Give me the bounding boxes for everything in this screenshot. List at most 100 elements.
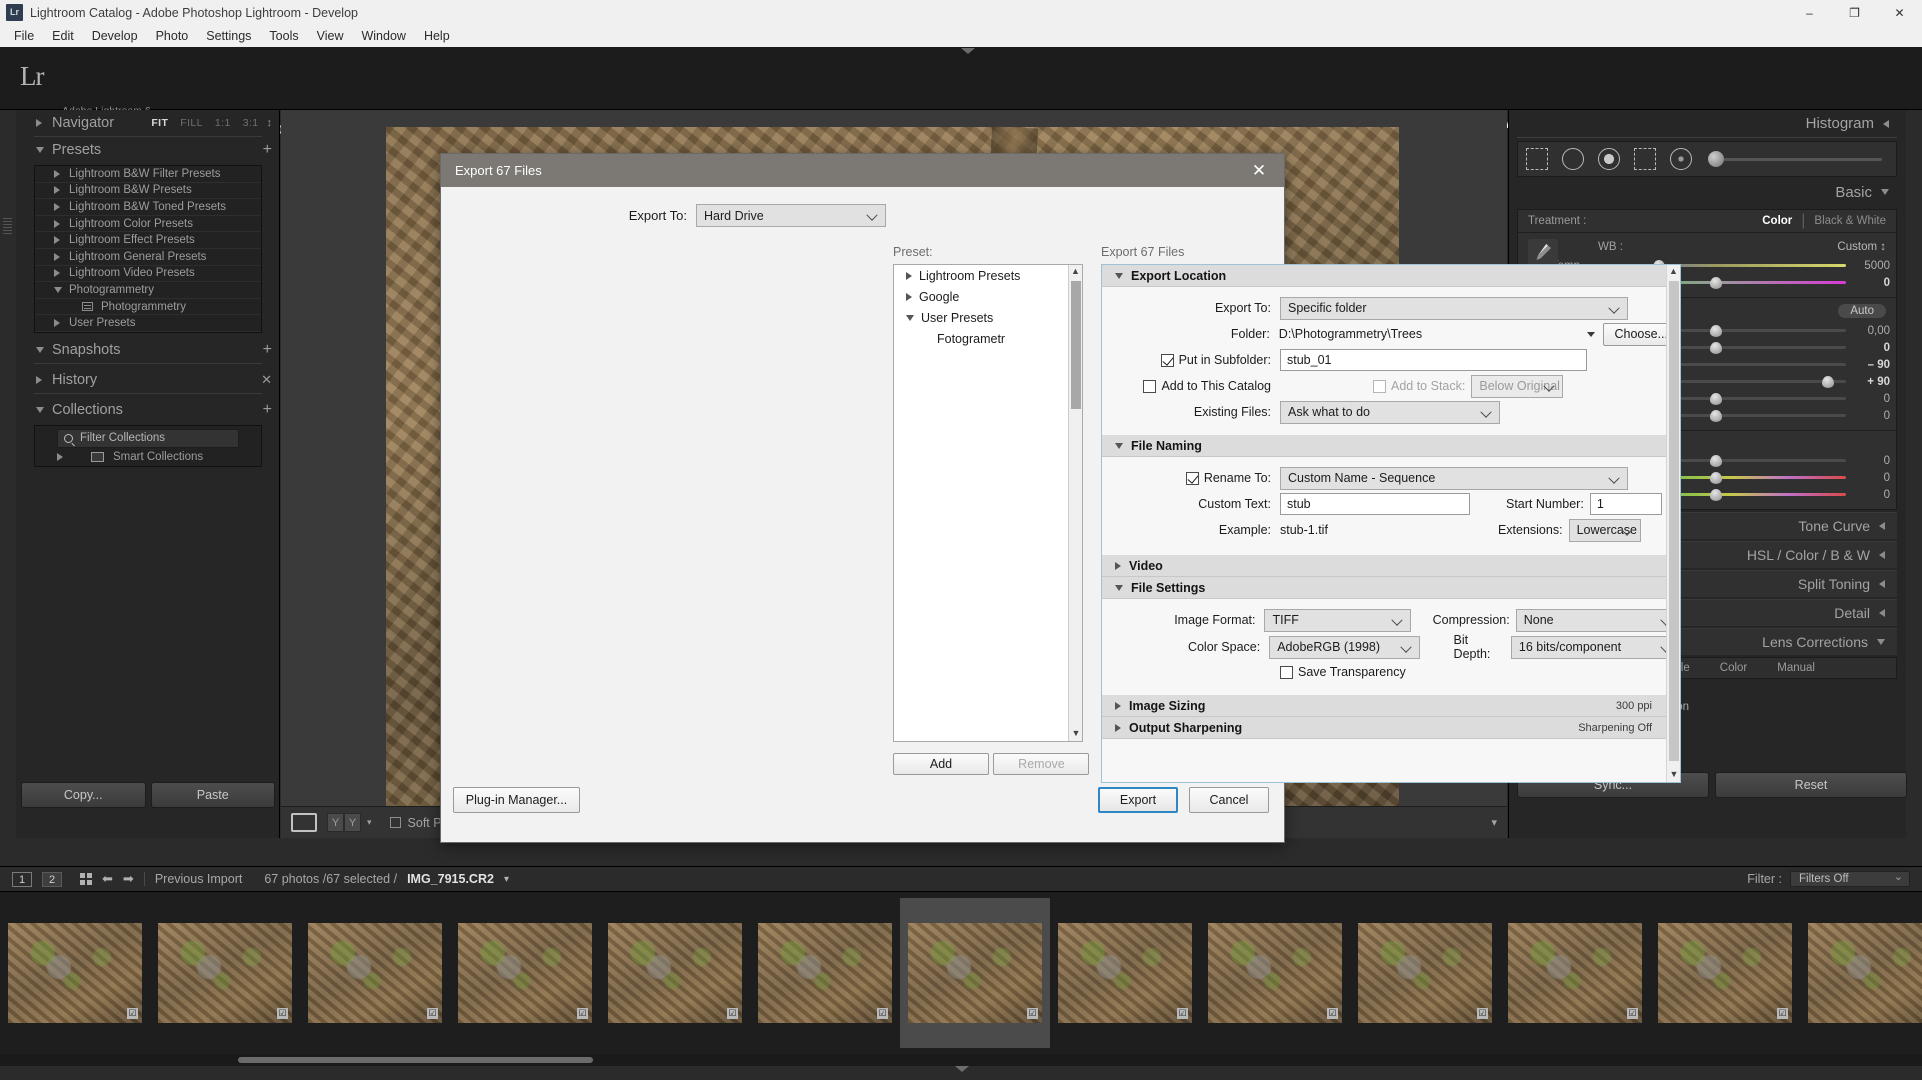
preset-tree[interactable]: Lightroom PresetsGoogleUser PresetsFotog… [893,264,1083,742]
preset-group-item[interactable]: Photogrammetry [35,282,261,299]
filmstrip-thumbnail[interactable]: ☑ [750,898,900,1048]
slider-knob-icon[interactable] [1710,472,1722,484]
dialog-preset-item[interactable]: User Presets [894,307,1082,328]
scroll-down-icon[interactable]: ▼ [1069,727,1083,741]
filmstrip-thumbnail[interactable]: ☑ [1350,898,1500,1048]
scroll-thumb[interactable] [1071,281,1081,409]
add-to-stack-checkbox[interactable] [1373,380,1386,393]
clear-history-icon[interactable]: ✕ [261,372,272,388]
menu-item-help[interactable]: Help [415,27,459,45]
loupe-view-icon[interactable] [291,813,317,832]
dialog-close-icon[interactable]: ✕ [1242,157,1276,185]
section-header-file-settings[interactable]: File Settings [1102,577,1680,599]
preset-group-item[interactable]: Lightroom B&W Filter Presets [35,166,261,183]
paste-button[interactable]: Paste [151,782,276,808]
scroll-up-icon[interactable]: ▲ [1667,265,1680,279]
filmstrip-thumbnail[interactable]: ☑ [900,898,1050,1048]
folder-path-select[interactable]: D:\Photogrammetry\Trees [1279,323,1597,345]
filmstrip-thumbnail[interactable]: ☑ [1050,898,1200,1048]
filmstrip-thumbnail[interactable]: ☑ [1500,898,1650,1048]
section-header-export-location[interactable]: Export Location [1102,265,1680,287]
dialog-preset-item[interactable]: Lightroom Presets [894,265,1082,286]
add-to-catalog-checkbox[interactable] [1143,380,1156,393]
rename-to-checkbox[interactable] [1186,472,1199,485]
bit-depth-select[interactable]: 16 bits/component [1511,636,1680,659]
section-header-file-naming[interactable]: File Naming [1102,435,1680,457]
save-transparency-checkbox[interactable] [1280,666,1293,679]
subfolder-name-input[interactable]: stub_01 [1280,349,1587,371]
grid-view-icon[interactable] [80,873,92,885]
preset-group-item[interactable]: Lightroom Effect Presets [35,232,261,249]
presets-header[interactable]: Presets + [16,137,280,163]
menu-item-window[interactable]: Window [352,27,414,45]
add-collection-icon[interactable]: + [263,404,272,416]
cancel-button[interactable]: Cancel [1189,787,1269,813]
slider-knob-icon[interactable] [1710,489,1722,501]
basic-header[interactable]: Basic [1509,177,1907,207]
filmstrip-thumbnail[interactable]: ☑ [600,898,750,1048]
brush-knob-icon[interactable] [1708,151,1724,167]
slider-knob-icon[interactable] [1710,277,1722,289]
navigator-header[interactable]: Navigator FITFILL1:13:1 ↕ [16,110,280,136]
preset-group-item[interactable]: User Presets [35,315,261,332]
preset-group-item[interactable]: Photogrammetry [35,299,261,316]
menu-item-settings[interactable]: Settings [197,27,260,45]
rename-to-select[interactable]: Custom Name - Sequence [1280,467,1628,490]
stack-position-select[interactable]: Below Original [1471,375,1563,398]
image-format-select[interactable]: TIFF [1264,609,1410,632]
scroll-up-icon[interactable]: ▲ [1069,265,1082,279]
filmstrip-scroll-thumb[interactable] [238,1057,593,1063]
menu-item-develop[interactable]: Develop [83,27,147,45]
menu-item-tools[interactable]: Tools [260,27,307,45]
spot-removal-icon[interactable] [1562,148,1584,170]
filmstrip-thumbnail[interactable]: ☑ [0,898,150,1048]
zoom-level-fill[interactable]: FILL [180,117,203,129]
right-panel-grip[interactable] [1906,110,1922,838]
preset-group-item[interactable]: Lightroom General Presets [35,249,261,266]
adjustment-brush-slider[interactable] [1712,158,1882,161]
graduated-filter-icon[interactable] [1634,148,1656,170]
filmstrip-thumbnail[interactable]: ☑ [1200,898,1350,1048]
filmstrip-thumbnail[interactable]: ☑ [150,898,300,1048]
zoom-level-fit[interactable]: FIT [151,117,168,129]
custom-text-input[interactable]: stub [1280,493,1470,515]
reset-button[interactable]: Reset [1715,772,1907,798]
scroll-down-icon[interactable]: ▼ [1667,768,1681,782]
dialog-preset-item[interactable]: Google [894,286,1082,307]
plugin-manager-button[interactable]: Plug-in Manager... [453,787,580,813]
slider-knob-icon[interactable] [1710,410,1722,422]
chevron-down-icon[interactable]: ▾ [367,817,372,828]
wb-row[interactable]: WB : Custom ↕ [1518,237,1896,257]
slider-knob-icon[interactable] [1710,342,1722,354]
treatment-option-color[interactable]: Color [1762,215,1792,227]
snapshots-header[interactable]: Snapshots + [16,337,280,363]
color-space-select[interactable]: AdobeRGB (1998) [1269,636,1419,659]
filmstrip-thumbnail[interactable]: ☑ [1650,898,1800,1048]
scroll-thumb[interactable] [1669,281,1679,761]
filmstrip-thumbnail[interactable]: ☑ [1800,898,1922,1048]
history-header[interactable]: History ✕ [16,367,280,393]
current-filename[interactable]: IMG_7915.CR2 [407,872,494,886]
put-in-subfolder-checkbox[interactable] [1161,354,1174,367]
slider-knob-icon[interactable] [1710,325,1722,337]
section-header-image-sizing[interactable]: Image Sizing 300 ppi [1102,695,1680,717]
auto-tone-button[interactable]: Auto [1838,304,1886,318]
slider-knob-icon[interactable] [1710,393,1722,405]
slider-knob-icon[interactable] [1710,455,1722,467]
preset-tree-scrollbar[interactable]: ▲ ▼ [1068,265,1082,741]
menu-item-photo[interactable]: Photo [147,27,198,45]
dialog-preset-item[interactable]: Fotogrametr [894,328,1082,349]
filmstrip-scrollbar[interactable] [0,1054,1922,1066]
menu-item-file[interactable]: File [5,27,43,45]
screen-1-button[interactable]: 1 [12,872,32,887]
slider-knob-icon[interactable] [1822,376,1834,388]
close-button[interactable]: ✕ [1877,0,1922,25]
remove-preset-button[interactable]: Remove [993,753,1089,775]
export-to-select[interactable]: Hard Drive [696,204,886,227]
export-to-folder-select[interactable]: Specific folder [1280,297,1628,320]
filmstrip-toggle-icon[interactable] [955,1066,969,1072]
zoom-level-3-1[interactable]: 3:1 [243,117,259,129]
zoom-level-1-1[interactable]: 1:1 [215,117,231,129]
minimize-button[interactable]: – [1787,0,1832,25]
lens-tab-manual[interactable]: Manual [1777,662,1815,674]
